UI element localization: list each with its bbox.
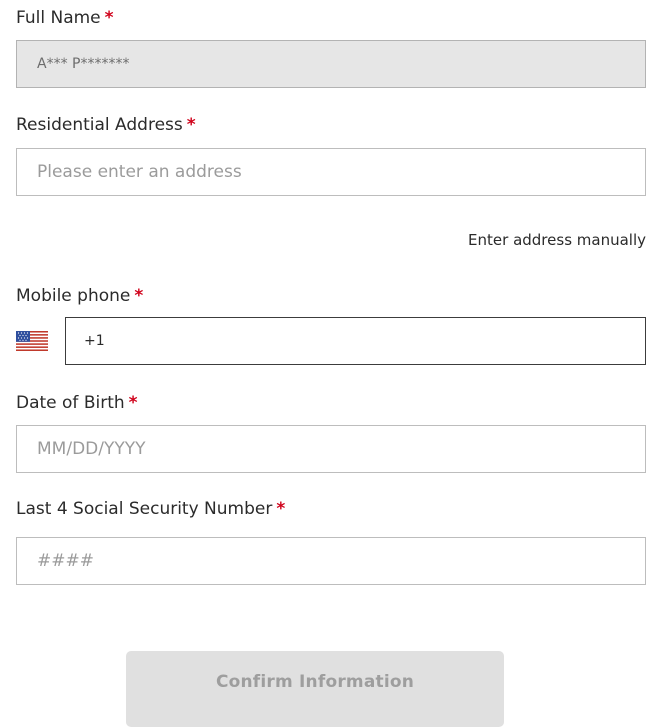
dob-label: Date of Birth *	[16, 393, 138, 413]
required-asterisk: *	[186, 115, 196, 135]
ssn-label: Last 4 Social Security Number *	[16, 499, 285, 519]
full-name-field: A*** P*******	[16, 40, 646, 88]
required-asterisk: *	[104, 8, 114, 28]
confirm-information-button[interactable]: Confirm Information	[126, 651, 504, 727]
required-asterisk: *	[134, 286, 144, 306]
us-flag-svg	[16, 331, 48, 351]
full-name-label: Full Name *	[16, 8, 114, 28]
mobile-phone-label-text: Mobile phone	[16, 286, 131, 306]
address-label: Residential Address *	[16, 115, 196, 135]
address-input[interactable]: Please enter an address	[16, 148, 646, 196]
address-label-text: Residential Address	[16, 115, 183, 135]
required-asterisk: *	[128, 393, 138, 413]
required-asterisk: *	[276, 499, 286, 519]
mobile-phone-input[interactable]: +1	[65, 317, 646, 365]
address-placeholder: Please enter an address	[37, 162, 242, 182]
dob-label-text: Date of Birth	[16, 393, 125, 413]
mobile-phone-label: Mobile phone *	[16, 286, 143, 306]
full-name-label-text: Full Name	[16, 8, 101, 28]
ssn-placeholder: ####	[37, 551, 94, 571]
mobile-phone-value: +1	[84, 333, 105, 349]
full-name-value: A*** P*******	[37, 56, 130, 72]
enter-address-manually-link[interactable]: Enter address manually	[468, 231, 646, 249]
ssn-input[interactable]: ####	[16, 537, 646, 585]
dob-input[interactable]: MM/DD/YYYY	[16, 425, 646, 473]
dob-placeholder: MM/DD/YYYY	[37, 439, 146, 459]
ssn-label-text: Last 4 Social Security Number	[16, 499, 273, 519]
us-flag-icon[interactable]	[16, 331, 48, 351]
